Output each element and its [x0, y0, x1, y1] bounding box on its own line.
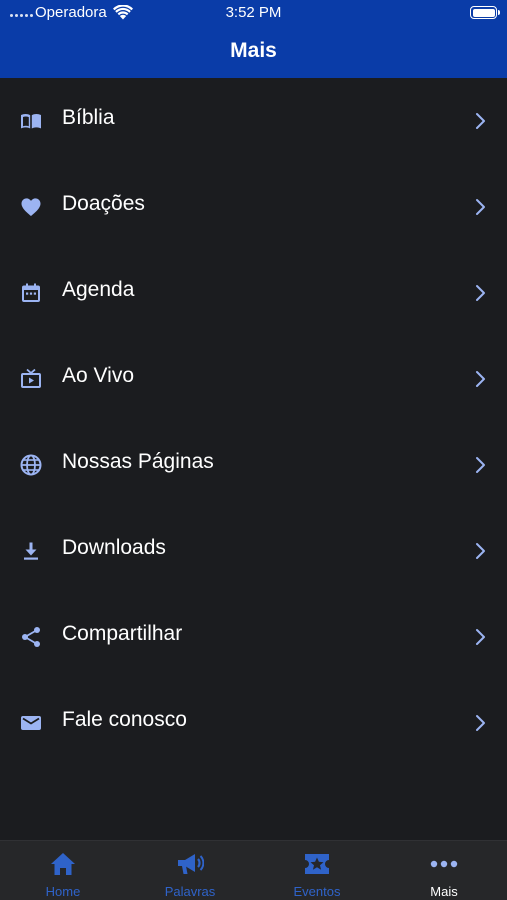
tab-palavras[interactable]: Palavras: [127, 841, 253, 900]
chevron-right-icon: [472, 369, 488, 389]
menu-item-label: Bíblia: [62, 106, 115, 129]
tab-home[interactable]: Home: [0, 841, 126, 900]
menu-item-label: Downloads: [62, 536, 166, 559]
menu-item-label: Doações: [62, 192, 145, 215]
page-title: Mais: [230, 39, 277, 62]
tab-label: Palavras: [164, 884, 216, 899]
tab-label: Home: [45, 884, 81, 899]
heart-icon: [19, 195, 43, 219]
calendar-icon: [19, 281, 43, 305]
menu-item-agenda[interactable]: Agenda: [0, 250, 507, 336]
download-icon: [19, 539, 43, 563]
live-tv-icon: [19, 367, 43, 391]
tab-label: Mais: [430, 884, 458, 899]
book-icon: [19, 109, 43, 133]
globe-icon: [19, 453, 43, 477]
chevron-right-icon: [472, 455, 488, 475]
chevron-right-icon: [472, 197, 488, 217]
menu-item-nossas-paginas[interactable]: Nossas Páginas: [0, 422, 507, 508]
share-icon: [19, 625, 43, 649]
menu-item-downloads[interactable]: Downloads: [0, 508, 507, 594]
top-bar: Operadora 3:52 PM Mais: [0, 0, 507, 78]
tab-label: Eventos: [293, 884, 341, 899]
more-menu: Bíblia Doações Agenda Ao Vivo Nossas Pág…: [0, 78, 507, 840]
chevron-right-icon: [472, 627, 488, 647]
mail-icon: [19, 711, 43, 735]
chevron-right-icon: [472, 111, 488, 131]
status-time: 3:52 PM: [225, 4, 282, 21]
chevron-right-icon: [472, 713, 488, 733]
menu-item-label: Agenda: [62, 278, 135, 301]
tab-bar: Home Palavras Eventos Mais: [0, 840, 507, 900]
menu-item-label: Compartilhar: [62, 622, 183, 645]
megaphone-icon: [176, 851, 204, 877]
battery-icon: [470, 6, 500, 19]
menu-item-compartilhar[interactable]: Compartilhar: [0, 594, 507, 680]
ticket-star-icon: [303, 851, 331, 877]
status-bar: Operadora 3:52 PM: [0, 0, 507, 26]
menu-item-fale-conosco[interactable]: Fale conosco: [0, 680, 507, 766]
chevron-right-icon: [472, 283, 488, 303]
more-dots-icon: [430, 851, 458, 877]
menu-item-label: Ao Vivo: [62, 364, 134, 387]
tab-mais[interactable]: Mais: [381, 841, 507, 900]
home-icon: [49, 851, 77, 877]
menu-item-doacoes[interactable]: Doações: [0, 164, 507, 250]
chevron-right-icon: [472, 541, 488, 561]
menu-item-biblia[interactable]: Bíblia: [0, 78, 507, 164]
menu-item-label: Nossas Páginas: [62, 450, 214, 473]
menu-item-ao-vivo[interactable]: Ao Vivo: [0, 336, 507, 422]
tab-eventos[interactable]: Eventos: [254, 841, 380, 900]
menu-item-label: Fale conosco: [62, 708, 187, 731]
